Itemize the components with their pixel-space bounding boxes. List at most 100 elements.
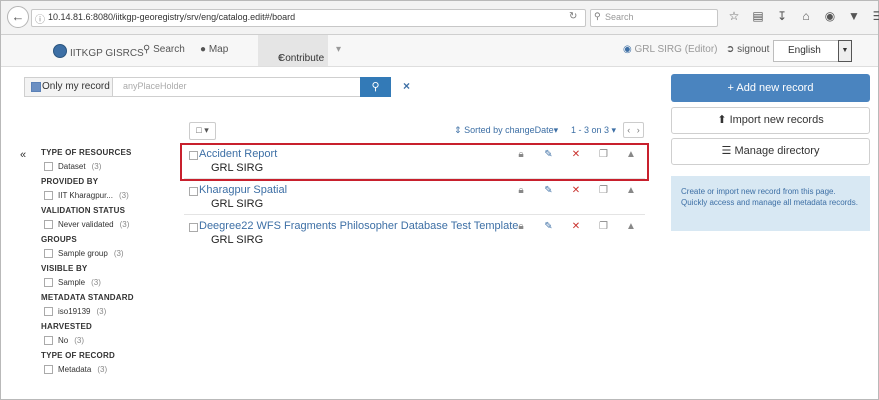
facet-item-label: Never validated [58, 220, 114, 229]
menu-icon[interactable]: ☰ [871, 9, 879, 23]
nav-more-dropdown[interactable]: ▾ [336, 44, 341, 55]
user-menu[interactable]: ◉ GRL SIRG (Editor) [623, 44, 718, 55]
pagination-buttons: ‹ › [623, 122, 644, 138]
upload-icon: ⬆ [717, 114, 727, 126]
delete-icon[interactable]: ✕ [567, 221, 585, 232]
facet-item-label: iso19139 [58, 307, 91, 316]
facet-checkbox[interactable] [44, 278, 53, 287]
brand-link[interactable]: IITKGP GISRCS [53, 44, 144, 59]
facet-heading: METADATA STANDARD [41, 293, 134, 302]
caret-down-icon: ▾ [611, 125, 617, 135]
language-select[interactable]: English ▼ [773, 40, 852, 62]
facet-checkbox[interactable] [44, 249, 53, 258]
record-checkbox[interactable] [189, 223, 198, 232]
sort-dropdown[interactable]: ⇕ Sorted by changeDate▾ [454, 125, 558, 136]
url-text: 10.14.81.6:8080/iitkgp-georegistry/srv/e… [48, 12, 296, 22]
search-button[interactable]: ⚲ [360, 77, 391, 97]
page-count-dropdown[interactable]: 1 - 3 on 3 ▾ [571, 125, 616, 136]
facet-heading: VALIDATION STATUS [41, 206, 126, 215]
select-all-dropdown[interactable]: □ ▾ [189, 122, 216, 140]
brand-name: IITKGP GISRCS [70, 48, 144, 59]
edit-pencil-icon[interactable]: ✎ [540, 185, 558, 196]
nav-search[interactable]: ⚲ Search [143, 44, 185, 55]
plus-icon: + [727, 82, 734, 94]
caret-down-icon: ▾ [336, 44, 342, 55]
only-my-record-label: Only my record [42, 81, 110, 92]
nav-contribute[interactable]: + Contribute [258, 35, 328, 66]
search-field[interactable] [112, 77, 362, 97]
facet-checkbox[interactable] [44, 365, 53, 374]
globe-icon: ● [200, 44, 207, 55]
facet-heading: TYPE OF RECORD [41, 351, 115, 360]
delete-icon[interactable]: ✕ [567, 185, 585, 196]
facet-item[interactable]: IIT Kharagpur... (3) [44, 191, 176, 200]
signout-link[interactable]: ➲ signout [726, 44, 769, 55]
reading-list-icon[interactable]: ▤ [751, 9, 765, 23]
facet-item[interactable]: Never validated (3) [44, 220, 176, 229]
bookmark-star-icon[interactable]: ☆ [727, 9, 741, 23]
sort-label: Sorted by changeDate [464, 125, 554, 135]
page-count-label: 1 - 3 on 3 [571, 125, 610, 135]
shield-icon[interactable]: ▼ [847, 9, 861, 23]
download-icon[interactable]: ↧ [775, 9, 789, 23]
only-my-record-toggle[interactable]: Only my record [24, 77, 114, 97]
facet-item[interactable]: Metadata (3) [44, 365, 176, 374]
facet-item-label: Dataset [58, 162, 86, 171]
facet-item[interactable]: iso19139 (3) [44, 307, 176, 316]
import-new-records-label: Import new records [729, 114, 824, 126]
facet-heading: HARVESTED [41, 322, 92, 331]
facet-checkbox[interactable] [44, 220, 53, 229]
record-checkbox[interactable] [189, 187, 198, 196]
search-input[interactable] [113, 78, 358, 94]
lock-icon[interactable]: 🔒︎ [512, 185, 530, 196]
facet-item-label: Sample [58, 278, 86, 287]
collapse-facets-icon[interactable]: « [20, 149, 26, 161]
facet-checkbox[interactable] [44, 162, 53, 171]
facet-checkbox[interactable] [44, 336, 53, 345]
facet-heading: PROVIDED BY [41, 177, 99, 186]
facet-item-label: Metadata [58, 365, 92, 374]
search-icon: ⚲ [594, 11, 601, 21]
info-icon[interactable]: ⓘ [35, 11, 45, 26]
facet-item[interactable]: No (3) [44, 336, 176, 345]
prev-page-icon[interactable]: ‹ [627, 123, 630, 137]
address-bar[interactable]: ⓘ 10.14.81.6:8080/iitkgp-georegistry/srv… [31, 9, 586, 27]
language-value: English [788, 45, 821, 56]
facet-heading: GROUPS [41, 235, 77, 244]
facet-checkbox[interactable] [44, 191, 53, 200]
duplicate-icon[interactable]: ❐ [595, 185, 613, 196]
pocket-icon[interactable]: ◉ [823, 9, 837, 23]
add-new-record-button[interactable]: + Add new record [671, 74, 870, 102]
import-new-records-button[interactable]: ⬆ Import new records [671, 107, 870, 134]
lock-icon[interactable]: 🔒︎ [512, 221, 530, 232]
app-navbar: IITKGP GISRCS ⚲ Search ● Map + Contribut… [1, 35, 878, 67]
facet-item-count: (3) [119, 191, 129, 200]
nav-map[interactable]: ● Map [200, 44, 228, 55]
next-page-icon[interactable]: › [637, 123, 640, 137]
facet-item[interactable]: Dataset (3) [44, 162, 176, 171]
home-icon[interactable]: ⌂ [799, 9, 813, 23]
select-arrow-icon: ▼ [838, 40, 852, 62]
facet-item[interactable]: Sample group (3) [44, 249, 176, 258]
reload-icon[interactable]: ↻ [569, 11, 577, 22]
hierarchy-icon[interactable]: ▲ [622, 221, 640, 232]
browser-search-box[interactable]: ⚲ Search [590, 9, 718, 27]
facet-item-count: (3) [91, 162, 102, 171]
edit-pencil-icon[interactable]: ✎ [540, 221, 558, 232]
facet-heading: VISIBLE BY [41, 264, 88, 273]
back-arrow-icon[interactable]: ← [7, 6, 29, 28]
facet-checkbox[interactable] [44, 307, 53, 316]
clear-search-icon[interactable]: × [403, 79, 410, 93]
record-title-link[interactable]: Kharagpur Spatial [199, 184, 287, 196]
facet-heading: TYPE OF RESOURCES [41, 148, 132, 157]
record-title-link[interactable]: Deegree22 WFS Fragments Philosopher Data… [199, 220, 518, 232]
facet-item-count: (3) [113, 249, 124, 258]
manage-directory-button[interactable]: ☰ Manage directory [671, 138, 870, 165]
list-icon: ☰ [721, 145, 732, 157]
duplicate-icon[interactable]: ❐ [595, 221, 613, 232]
facet-item-label: No [58, 336, 69, 345]
facet-item-count: (3) [97, 365, 108, 374]
only-my-record-checkbox[interactable] [31, 82, 41, 92]
hierarchy-icon[interactable]: ▲ [622, 185, 640, 196]
facet-item[interactable]: Sample (3) [44, 278, 176, 287]
